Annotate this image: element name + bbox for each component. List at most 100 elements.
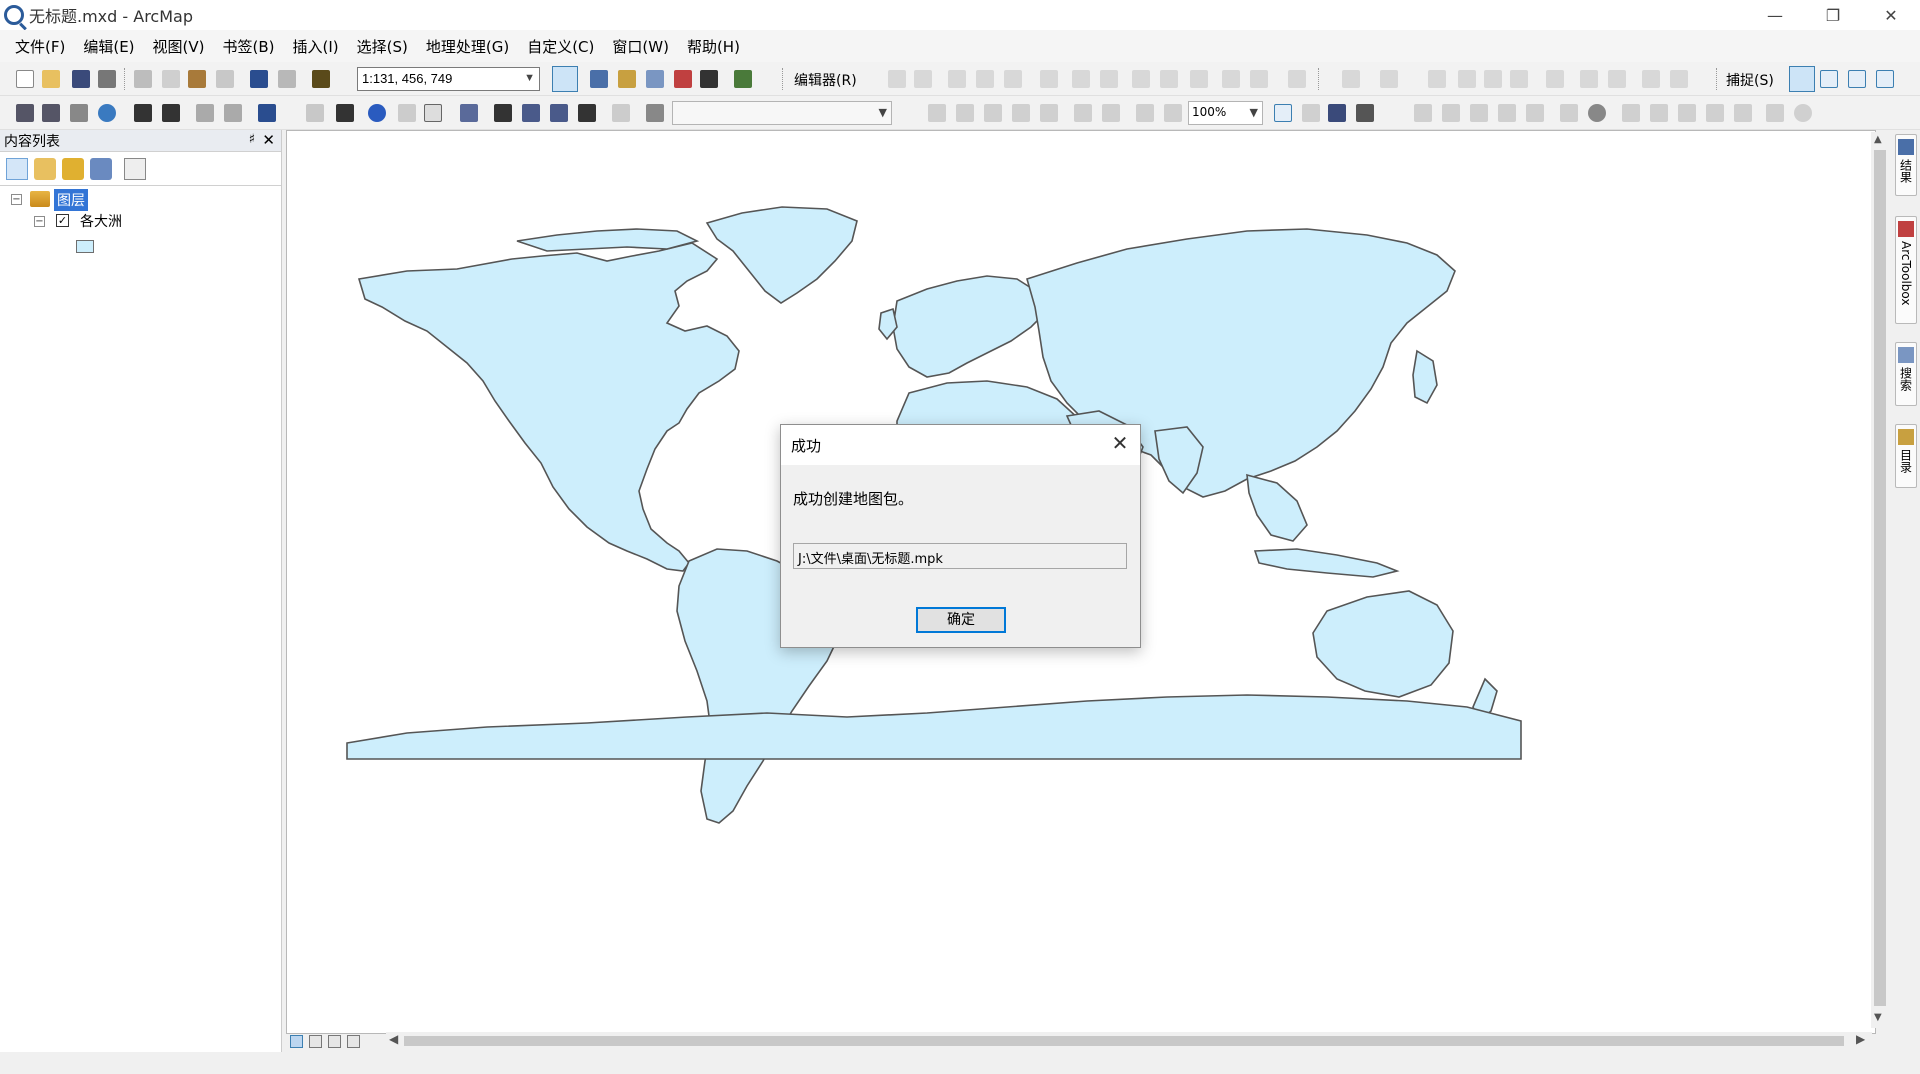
- editor-toolbar-toggle-icon[interactable]: [552, 66, 578, 92]
- toggle-draft-mode-icon[interactable]: [1274, 104, 1292, 122]
- collapse-icon[interactable]: −: [34, 216, 45, 227]
- scroll-down-icon[interactable]: ▼: [1874, 1012, 1882, 1023]
- pause-drawing-icon[interactable]: [347, 1034, 360, 1048]
- reshape-feature-icon[interactable]: [1100, 70, 1118, 88]
- map-scale-combobox[interactable]: 1:131, 456, 749 ▼: [357, 67, 540, 91]
- close-icon[interactable]: ✕: [1862, 0, 1920, 30]
- link-table-icon[interactable]: [1526, 104, 1544, 122]
- sync-icon[interactable]: [1794, 104, 1812, 122]
- find-route-icon[interactable]: [522, 104, 540, 122]
- sketch-properties-icon[interactable]: [1250, 70, 1268, 88]
- align-edge-icon[interactable]: [1380, 70, 1398, 88]
- full-extent-globe-icon[interactable]: [98, 104, 116, 122]
- print-icon[interactable]: [98, 70, 116, 88]
- layout-zoom-out-icon[interactable]: [956, 104, 974, 122]
- transform-icon[interactable]: [1678, 104, 1696, 122]
- arctoolbox-tab[interactable]: ArcToolbox: [1895, 216, 1917, 324]
- sparkle-icon[interactable]: [1560, 104, 1578, 122]
- menu-file[interactable]: 文件(F): [6, 36, 74, 57]
- zoom-100-percent-icon[interactable]: [1040, 104, 1058, 122]
- fix-topology-error-icon[interactable]: [1580, 70, 1598, 88]
- chevron-down-icon[interactable]: ▼: [524, 72, 535, 84]
- rotate-icon[interactable]: [1160, 70, 1178, 88]
- list-by-visibility-icon[interactable]: [62, 158, 84, 180]
- layers-root-label[interactable]: 图层: [54, 189, 88, 211]
- close-icon[interactable]: ✕: [262, 131, 275, 149]
- vertical-scrollbar[interactable]: ▲ ▼: [1871, 132, 1889, 1028]
- paste-icon[interactable]: [188, 70, 206, 88]
- point-icon[interactable]: [1004, 70, 1022, 88]
- edit-tool-icon[interactable]: [888, 70, 906, 88]
- previous-extent-layout-icon[interactable]: [1136, 104, 1154, 122]
- refresh-icon[interactable]: [328, 1034, 341, 1048]
- cloud-icon[interactable]: [1766, 104, 1784, 122]
- go-back-icon[interactable]: [196, 104, 214, 122]
- edit-vertices-icon[interactable]: [1072, 70, 1090, 88]
- cut-icon[interactable]: [134, 70, 152, 88]
- copy-icon[interactable]: [162, 70, 180, 88]
- add-control-points-icon[interactable]: [1442, 104, 1460, 122]
- measure-icon[interactable]: [460, 104, 478, 122]
- edit-annotation-icon[interactable]: [914, 70, 932, 88]
- data-driven-pages-icon[interactable]: [1356, 104, 1374, 122]
- model-builder-icon[interactable]: [734, 70, 752, 88]
- python-window-icon[interactable]: [700, 70, 718, 88]
- data-view-icon[interactable]: [290, 1034, 303, 1048]
- search-window-icon[interactable]: [646, 70, 664, 88]
- sphere-icon[interactable]: [1588, 104, 1606, 122]
- validate-topology-icon[interactable]: [1546, 70, 1564, 88]
- end-snapping-icon[interactable]: [1820, 70, 1838, 88]
- fit-grid-icon[interactable]: [1734, 104, 1752, 122]
- split-tool-icon[interactable]: [1040, 70, 1058, 88]
- layout-zoom-combobox[interactable]: 100% ▼: [1188, 101, 1263, 125]
- layout-view-icon[interactable]: [646, 104, 664, 122]
- package-path-field[interactable]: J:\文件\桌面\无标题.mpk: [793, 543, 1127, 569]
- collapse-icon[interactable]: −: [11, 194, 22, 205]
- table-of-contents-icon[interactable]: [590, 70, 608, 88]
- fixed-zoom-out-layout-icon[interactable]: [1102, 104, 1120, 122]
- modify-edge-icon[interactable]: [1458, 70, 1476, 88]
- cut-polygons-icon[interactable]: [1132, 70, 1150, 88]
- layout-view-toggle-icon[interactable]: [309, 1034, 322, 1048]
- snapping-menu[interactable]: 捕捉(S): [1726, 70, 1774, 90]
- new-document-icon[interactable]: [16, 70, 34, 88]
- add-data-icon[interactable]: [312, 70, 330, 88]
- georeferencing-icon[interactable]: [1414, 104, 1432, 122]
- rotate-data-frame-icon[interactable]: [1622, 104, 1640, 122]
- layer-name[interactable]: 各大洲: [80, 211, 122, 231]
- scroll-up-icon[interactable]: ▲: [1874, 134, 1882, 145]
- catalog-tab[interactable]: 目录: [1895, 424, 1917, 488]
- vertex-tool-icon[interactable]: [1470, 104, 1488, 122]
- pin-icon[interactable]: ♯: [249, 132, 255, 147]
- save-icon[interactable]: [72, 70, 90, 88]
- search-tab[interactable]: 搜索: [1895, 342, 1917, 406]
- open-folder-icon[interactable]: [42, 70, 60, 88]
- show-shared-features-icon[interactable]: [1510, 70, 1528, 88]
- zoom-whole-page-icon[interactable]: [1012, 104, 1030, 122]
- focus-data-frame-icon[interactable]: [1302, 104, 1320, 122]
- edge-snapping-icon[interactable]: [1876, 70, 1894, 88]
- zoom-out-icon[interactable]: [42, 104, 60, 122]
- restore-icon[interactable]: ❐: [1804, 0, 1862, 30]
- layer-visibility-checkbox[interactable]: ✓: [56, 214, 69, 227]
- select-features-icon[interactable]: [258, 104, 276, 122]
- fixed-zoom-in-layout-icon[interactable]: [1074, 104, 1092, 122]
- menu-edit[interactable]: 编辑(E): [74, 36, 143, 57]
- layer-symbol-patch[interactable]: [76, 240, 94, 253]
- ok-button[interactable]: 确定: [916, 607, 1006, 633]
- go-forward-icon[interactable]: [224, 104, 242, 122]
- undo-icon[interactable]: [250, 70, 268, 88]
- minimize-icon[interactable]: —: [1746, 0, 1804, 30]
- identify-icon[interactable]: [368, 104, 386, 122]
- menu-selection[interactable]: 选择(S): [348, 36, 417, 57]
- select-elements-arrow-icon[interactable]: [336, 104, 354, 122]
- create-viewer-window-icon[interactable]: [612, 104, 630, 122]
- menu-insert[interactable]: 插入(I): [284, 36, 348, 57]
- change-layout-icon[interactable]: [1328, 104, 1346, 122]
- reshape-edge-icon[interactable]: [1484, 70, 1502, 88]
- arctoolbox-icon[interactable]: [674, 70, 692, 88]
- menu-windows[interactable]: 窗口(W): [603, 36, 678, 57]
- attributes-icon[interactable]: [1222, 70, 1240, 88]
- menu-view[interactable]: 视图(V): [144, 36, 214, 57]
- grid-icon[interactable]: [1706, 104, 1724, 122]
